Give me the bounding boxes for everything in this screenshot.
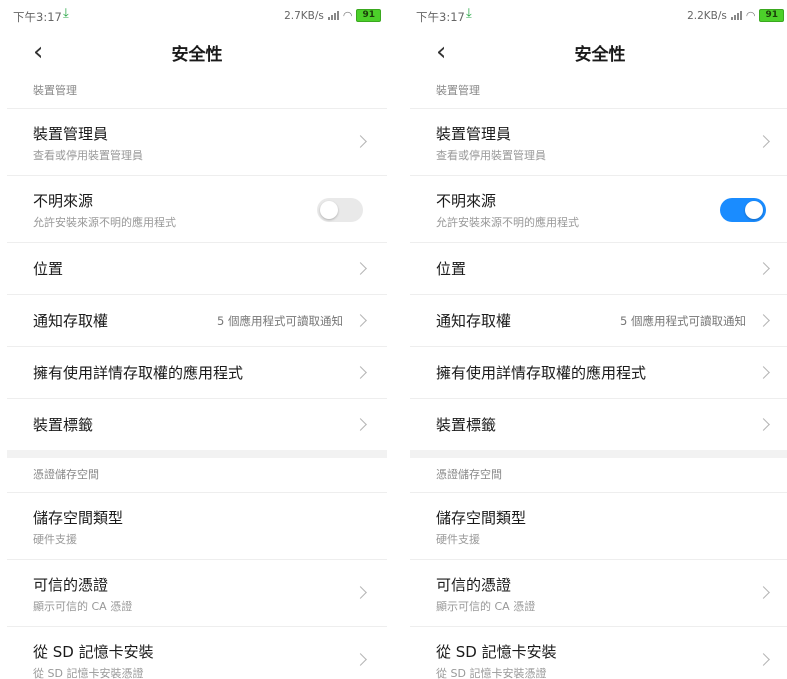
chevron-right-icon (757, 261, 770, 275)
chevron-right-icon (354, 365, 367, 379)
status-time: 下午3:17 (13, 10, 62, 24)
item-subtitle: 從 SD 記憶卡安裝憑證 (436, 667, 547, 679)
item-subtitle: 硬件支援 (33, 533, 77, 546)
device-tags-item[interactable]: 裝置標籤 (410, 399, 787, 450)
item-title: 位置 (33, 260, 64, 278)
usage-access-item[interactable]: 擁有使用詳情存取權的應用程式 (410, 347, 787, 399)
item-subtitle: 允許安裝來源不明的應用程式 (33, 216, 176, 229)
unknown-sources-item[interactable]: 不明來源 允許安裝來源不明的應用程式 (410, 176, 787, 243)
battery-icon: 91 (759, 9, 784, 22)
storage-type-item[interactable]: 儲存空間類型 硬件支援 (7, 493, 387, 560)
item-subtitle: 硬件支援 (436, 533, 480, 546)
notification-access-item[interactable]: 通知存取權 5 個應用程式可讀取通知 (410, 295, 787, 347)
item-title: 儲存空間類型 (33, 509, 124, 527)
item-title: 可信的憑證 (436, 576, 512, 594)
item-title: 儲存空間類型 (436, 509, 527, 527)
item-title: 通知存取權 (33, 312, 109, 330)
toggle-knob (745, 201, 763, 219)
title-bar: ‹ 安全性 (410, 30, 787, 74)
device-tags-item[interactable]: 裝置標籤 (7, 399, 387, 450)
usage-access-item[interactable]: 擁有使用詳情存取權的應用程式 (7, 347, 387, 399)
section-divider (410, 450, 787, 458)
install-from-sd-item[interactable]: 從 SD 記憶卡安裝 從 SD 記憶卡安裝憑證 (7, 627, 387, 679)
toggle-knob (320, 201, 338, 219)
section-header-device-management: 裝置管理 (410, 74, 787, 109)
device-admin-item[interactable]: 裝置管理員 查看或停用裝置管理員 (410, 109, 787, 176)
chevron-right-icon (354, 653, 367, 666)
item-title: 不明來源 (436, 192, 497, 210)
signal-icon (730, 11, 742, 20)
network-speed: 2.2KB/s (687, 9, 727, 22)
page-title: 安全性 (574, 45, 626, 65)
trusted-credentials-item[interactable]: 可信的憑證 顯示可信的 CA 憑證 (410, 560, 787, 627)
item-title: 從 SD 記憶卡安裝 (436, 643, 557, 661)
chevron-right-icon (354, 135, 367, 148)
chevron-right-icon (757, 653, 770, 666)
status-time: 下午3:17 (416, 10, 465, 24)
status-bar: 下午3:17 ⤓ 2.7KB/s ◠ 91 (7, 0, 387, 30)
download-arrow-icon: ⤓ (63, 6, 69, 21)
item-title: 位置 (436, 260, 467, 278)
chevron-right-icon (354, 261, 367, 275)
section-divider (7, 450, 387, 458)
item-subtitle: 查看或停用裝置管理員 (33, 149, 143, 162)
chevron-right-icon (354, 313, 367, 327)
chevron-right-icon (354, 586, 367, 599)
item-subtitle: 顯示可信的 CA 憑證 (436, 600, 536, 613)
chevron-right-icon (757, 313, 770, 327)
item-subtitle: 顯示可信的 CA 憑證 (33, 600, 133, 613)
section-header-credential-storage: 憑證儲存空間 (410, 458, 787, 493)
network-speed: 2.7KB/s (284, 9, 324, 22)
install-from-sd-item[interactable]: 從 SD 記憶卡安裝 從 SD 記憶卡安裝憑證 (410, 627, 787, 679)
wifi-icon: ◠ (745, 9, 756, 22)
item-title: 擁有使用詳情存取權的應用程式 (33, 364, 244, 382)
item-title: 從 SD 記憶卡安裝 (33, 643, 154, 661)
chevron-right-icon (757, 365, 770, 379)
battery-icon: 91 (356, 9, 381, 22)
section-header-device-management: 裝置管理 (7, 74, 387, 109)
status-bar: 下午3:17 ⤓ 2.2KB/s ◠ 91 (410, 0, 787, 30)
item-title: 可信的憑證 (33, 576, 109, 594)
wifi-icon: ◠ (342, 9, 353, 22)
status-right: 2.2KB/s ◠ 91 (687, 9, 784, 22)
screen-left: 下午3:17 ⤓ 2.7KB/s ◠ 91 ‹ 安全性 裝置管理 裝置管理員 查… (7, 0, 387, 679)
status-right: 2.7KB/s ◠ 91 (284, 9, 381, 22)
location-item[interactable]: 位置 (410, 243, 787, 295)
chevron-right-icon (354, 417, 367, 431)
location-item[interactable]: 位置 (7, 243, 387, 295)
item-title: 不明來源 (33, 192, 94, 210)
device-admin-item[interactable]: 裝置管理員 查看或停用裝置管理員 (7, 109, 387, 176)
notification-access-item[interactable]: 通知存取權 5 個應用程式可讀取通知 (7, 295, 387, 347)
screen-right: 下午3:17 ⤓ 2.2KB/s ◠ 91 ‹ 安全性 裝置管理 裝置管理員 查… (410, 0, 787, 679)
trusted-credentials-item[interactable]: 可信的憑證 顯示可信的 CA 憑證 (7, 560, 387, 627)
title-bar: ‹ 安全性 (7, 30, 387, 74)
item-title: 裝置標籤 (436, 416, 497, 434)
item-subtitle: 從 SD 記憶卡安裝憑證 (33, 667, 144, 679)
item-title: 擁有使用詳情存取權的應用程式 (436, 364, 647, 382)
item-title: 裝置標籤 (33, 416, 94, 434)
chevron-right-icon (757, 586, 770, 599)
download-arrow-icon: ⤓ (466, 6, 472, 21)
item-value: 5 個應用程式可讀取通知 (217, 314, 343, 328)
unknown-sources-toggle[interactable] (317, 198, 363, 222)
item-title: 通知存取權 (436, 312, 512, 330)
page-title: 安全性 (171, 45, 223, 65)
item-subtitle: 允許安裝來源不明的應用程式 (436, 216, 579, 229)
section-header-credential-storage: 憑證儲存空間 (7, 458, 387, 493)
signal-icon (327, 11, 339, 20)
unknown-sources-item[interactable]: 不明來源 允許安裝來源不明的應用程式 (7, 176, 387, 243)
item-value: 5 個應用程式可讀取通知 (620, 314, 746, 328)
item-title: 裝置管理員 (436, 125, 512, 143)
item-title: 裝置管理員 (33, 125, 109, 143)
item-subtitle: 查看或停用裝置管理員 (436, 149, 546, 162)
storage-type-item[interactable]: 儲存空間類型 硬件支援 (410, 493, 787, 560)
unknown-sources-toggle[interactable] (720, 198, 766, 222)
chevron-right-icon (757, 417, 770, 431)
chevron-right-icon (757, 135, 770, 148)
